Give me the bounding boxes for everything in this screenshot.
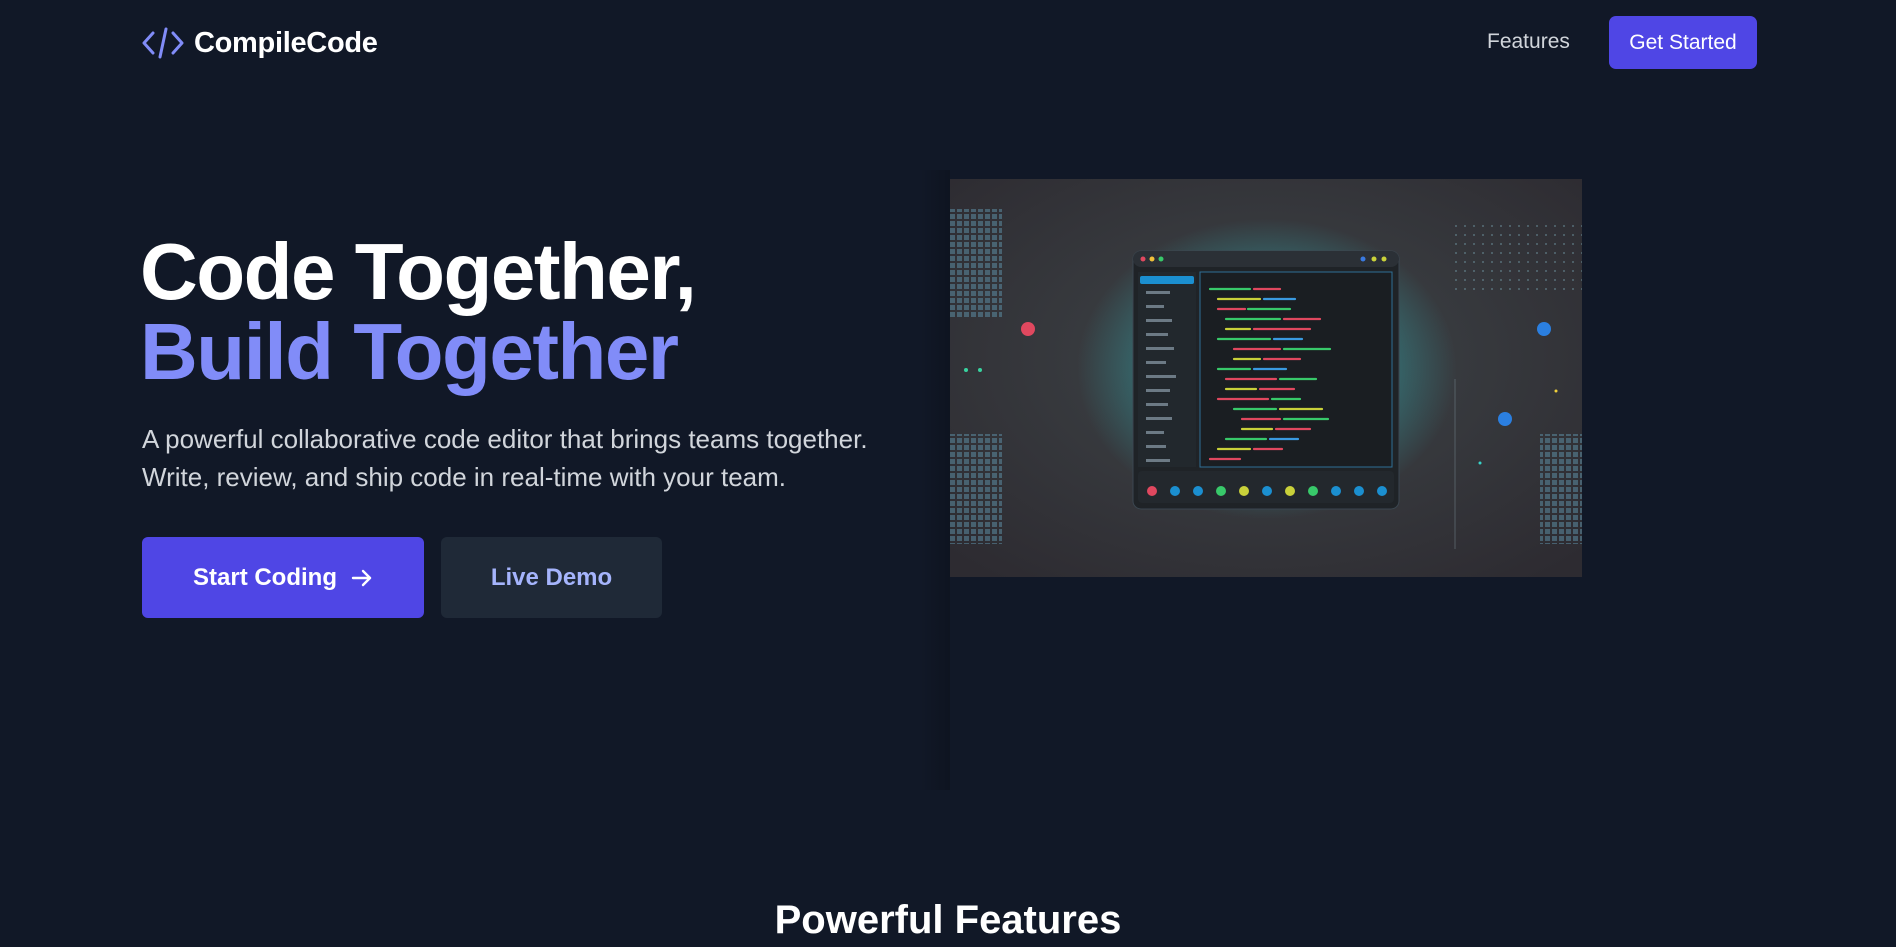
brand-name: CompileCode	[194, 26, 378, 59]
live-demo-button[interactable]: Live Demo	[441, 537, 662, 618]
hero-subtitle-line1: A powerful collaborative code editor tha…	[142, 424, 868, 454]
start-coding-button[interactable]: Start Coding	[142, 537, 424, 618]
hero-subtitle: A powerful collaborative code editor tha…	[142, 420, 922, 496]
features-heading: Powerful Features	[774, 898, 1122, 942]
hero-image-shadow	[920, 170, 950, 790]
brand-logo[interactable]: CompileCode	[142, 22, 378, 64]
hero-title-line2: Build Together	[140, 307, 679, 396]
get-started-button[interactable]: Get Started	[1609, 16, 1757, 69]
code-brackets-icon	[142, 27, 184, 59]
hero-illustration	[950, 179, 1582, 577]
hero-subtitle-line2: Write, review, and ship code in real-tim…	[142, 462, 787, 492]
hero-title-line1: Code Together,	[140, 227, 697, 316]
start-coding-label: Start Coding	[193, 563, 337, 591]
arrow-right-icon	[351, 569, 372, 586]
nav-link-features[interactable]: Features	[1487, 30, 1570, 54]
top-navigation: CompileCode Features Get Started	[0, 0, 1896, 86]
hero-title: Code Together, Build Together	[140, 227, 697, 396]
